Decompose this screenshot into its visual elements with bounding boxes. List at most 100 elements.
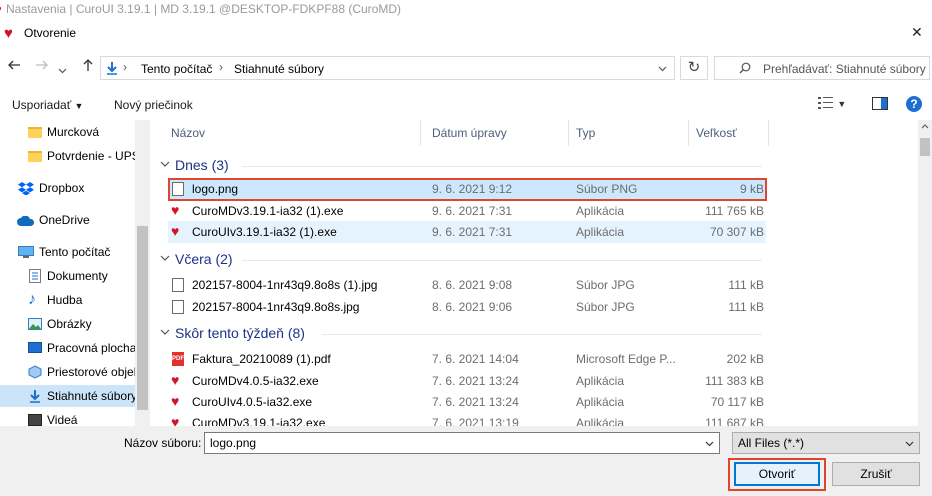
forward-button[interactable] xyxy=(32,58,52,78)
chevron-down-icon: ▼ xyxy=(74,101,84,111)
sidebar-item-onedrive[interactable]: OneDrive xyxy=(0,209,140,231)
chevron-up-icon[interactable] xyxy=(921,124,929,129)
cancel-button[interactable]: Zrušiť xyxy=(832,462,920,486)
breadcrumb-separator: › xyxy=(219,60,223,74)
filename-input[interactable]: logo.png xyxy=(204,432,720,454)
sidebar-item-label: Murcková xyxy=(47,125,100,139)
sidebar-scrollbar-thumb[interactable] xyxy=(137,226,148,410)
sidebar-item-pictures[interactable]: Obrázky xyxy=(0,313,140,335)
preview-pane-icon xyxy=(872,97,888,110)
sidebar-item-3d-objects[interactable]: Priestorové objekty xyxy=(0,361,149,383)
column-header-type[interactable]: Typ xyxy=(576,126,595,140)
column-divider[interactable] xyxy=(768,120,769,146)
file-row[interactable]: 202157-8004-1nr43q9.8o8s (1).jpg 8. 6. 2… xyxy=(168,274,766,296)
address-bar[interactable]: › Tento počítač › Stiahnuté súbory xyxy=(100,56,675,80)
file-row[interactable]: ♥ CuroMDv3.19.1-ia32.exe 7. 6. 2021 13:1… xyxy=(168,412,766,426)
file-name: CuroMDv3.19.1-ia32 (1).exe xyxy=(192,204,344,218)
file-row[interactable]: ♥ CuroUIv4.0.5-ia32.exe 7. 6. 2021 13:24… xyxy=(168,391,766,413)
curo-app-icon: ♥ xyxy=(171,414,180,426)
filename-value: logo.png xyxy=(210,436,257,450)
column-header-name[interactable]: Názov xyxy=(171,126,205,140)
sidebar-item-videos[interactable]: Videá xyxy=(0,409,140,426)
column-divider[interactable] xyxy=(568,120,569,146)
organize-button[interactable]: Usporiadať ▼ xyxy=(12,98,83,112)
file-date: 7. 6. 2021 13:24 xyxy=(432,395,519,409)
column-divider[interactable] xyxy=(420,120,421,146)
chevron-down-icon[interactable] xyxy=(658,66,667,72)
folder-icon xyxy=(28,151,42,162)
open-button[interactable]: Otvoriť xyxy=(734,462,820,486)
column-divider[interactable] xyxy=(688,120,689,146)
filter-value: All Files (*.*) xyxy=(738,436,805,450)
file-name: CuroMDv4.0.5-ia32.exe xyxy=(192,374,319,388)
scrollbar-thumb[interactable] xyxy=(920,138,930,156)
sidebar-item-label: Hudba xyxy=(47,293,83,307)
file-size: 111 kB xyxy=(728,278,764,292)
up-button[interactable] xyxy=(78,58,98,78)
sidebar-item-label: Stiahnuté súbory xyxy=(47,389,138,403)
group-divider xyxy=(242,260,762,261)
column-header-date[interactable]: Dátum úpravy xyxy=(432,126,507,140)
file-size: 111 383 kB xyxy=(705,374,764,388)
group-header-today[interactable]: Dnes (3) xyxy=(152,156,918,176)
file-size: 70 307 kB xyxy=(709,225,764,239)
sidebar-item-documents[interactable]: Dokumenty xyxy=(0,265,140,287)
file-size: 202 kB xyxy=(726,352,764,366)
sidebar-item-label: Dokumenty xyxy=(47,269,108,283)
recent-locations-button[interactable] xyxy=(58,63,67,77)
sidebar-item-dropbox[interactable]: Dropbox xyxy=(0,177,140,199)
column-header-size[interactable]: Veľkosť xyxy=(696,126,737,140)
dialog-title: Otvorenie xyxy=(24,26,77,40)
preview-pane-button[interactable] xyxy=(872,97,888,113)
file-list-scrollbar[interactable] xyxy=(918,120,932,426)
breadcrumb-item-downloads[interactable]: Stiahnuté súbory xyxy=(234,62,324,76)
group-header-yesterday[interactable]: Včera (2) xyxy=(152,250,918,270)
new-folder-button[interactable]: Nový priečinok xyxy=(114,98,193,112)
file-row[interactable]: ♥ CuroMDv3.19.1-ia32 (1).exe 9. 6. 2021 … xyxy=(168,200,766,222)
sidebar-item-murckova[interactable]: Murcková xyxy=(0,121,140,143)
help-icon[interactable]: ? xyxy=(906,96,922,112)
curo-app-icon: ♥ xyxy=(171,202,180,218)
chevron-down-icon xyxy=(160,329,170,335)
file-date: 7. 6. 2021 14:04 xyxy=(432,352,519,366)
download-icon xyxy=(30,390,40,403)
command-toolbar: Usporiadať ▼ Nový priečinok ▼ ? xyxy=(0,90,932,120)
close-icon[interactable]: ✕ xyxy=(911,24,923,41)
music-icon: ♪ xyxy=(28,291,36,308)
sidebar-item-downloads[interactable]: Stiahnuté súbory xyxy=(0,385,140,407)
group-header-earlier-this-week[interactable]: Skôr tento týždeň (8) xyxy=(152,324,918,344)
search-box[interactable]: Prehľadávať: Stiahnuté súbory xyxy=(714,56,930,80)
arrow-left-icon xyxy=(8,60,20,70)
back-button[interactable] xyxy=(4,58,24,78)
curo-app-icon: ♥ xyxy=(171,393,180,409)
file-row[interactable]: ♥ CuroMDv4.0.5-ia32.exe 7. 6. 2021 13:24… xyxy=(168,370,766,392)
file-type-filter[interactable]: All Files (*.*) xyxy=(732,432,920,454)
sidebar-item-label: OneDrive xyxy=(39,213,90,227)
view-options-button[interactable]: ▼ xyxy=(818,96,846,113)
sidebar-item-label: Obrázky xyxy=(47,317,92,331)
search-placeholder[interactable]: Prehľadávať: Stiahnuté súbory xyxy=(763,62,926,76)
download-icon xyxy=(107,62,117,75)
file-date: 9. 6. 2021 7:31 xyxy=(432,204,513,218)
arrow-right-icon xyxy=(36,60,48,70)
file-row[interactable]: 202157-8004-1nr43q9.8o8s.jpg 8. 6. 2021 … xyxy=(168,296,766,318)
refresh-button[interactable]: ↻ xyxy=(680,56,708,80)
breadcrumb-item-this-pc[interactable]: Tento počítač xyxy=(141,62,212,76)
pictures-icon xyxy=(28,318,42,330)
file-type: Microsoft Edge P... xyxy=(576,352,676,366)
file-name: 202157-8004-1nr43q9.8o8s (1).jpg xyxy=(192,278,378,292)
sidebar-item-potvrdenie[interactable]: Potvrdenie - UPS xyxy=(0,145,140,167)
file-type: Aplikácia xyxy=(576,395,625,409)
sidebar-item-music[interactable]: ♪ Hudba xyxy=(0,289,140,311)
filename-label: Názov súboru: xyxy=(124,436,202,450)
file-row[interactable]: PDF Faktura_20210089 (1).pdf 7. 6. 2021 … xyxy=(168,348,766,370)
document-icon xyxy=(29,269,41,283)
file-date: 9. 6. 2021 7:31 xyxy=(432,225,513,239)
chevron-down-icon[interactable] xyxy=(705,441,714,447)
sidebar-item-this-pc[interactable]: Tento počítač xyxy=(0,241,140,263)
file-row[interactable]: ♥ CuroUIv3.19.1-ia32 (1).exe 9. 6. 2021 … xyxy=(168,221,766,243)
file-type: Aplikácia xyxy=(576,204,625,218)
group-divider xyxy=(242,166,762,167)
file-type: Aplikácia xyxy=(576,374,625,388)
sidebar-item-desktop[interactable]: Pracovná plocha xyxy=(0,337,140,359)
